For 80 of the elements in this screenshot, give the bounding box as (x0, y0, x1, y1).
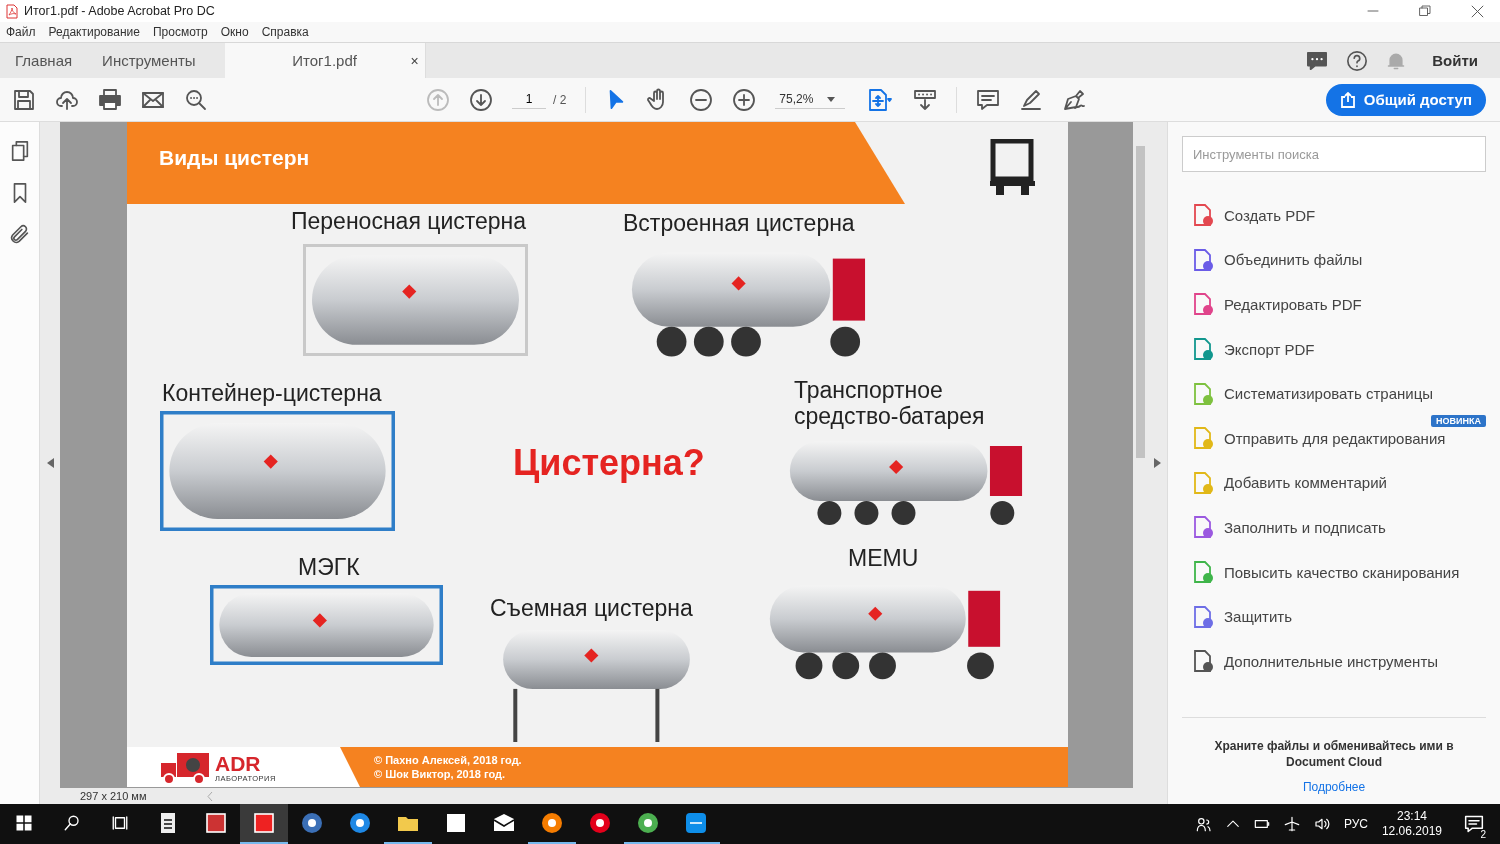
search-icon[interactable] (63, 814, 81, 832)
tank-type-label: Встроенная цистерна (623, 210, 855, 236)
chat-bubble-icon[interactable] (1306, 49, 1329, 72)
collapse-arrow-icon[interactable] (46, 458, 54, 468)
learn-more-link[interactable]: Подробнее (1204, 778, 1464, 795)
cloud-promo-text: Храните файлы и обменивайтесь ими в Document Cloud (1214, 738, 1454, 769)
tool-item[interactable]: Заполнить и подписать (1182, 515, 1386, 540)
close-icon[interactable] (1470, 4, 1484, 18)
tool-item[interactable]: Повысить качество сканирования (1182, 560, 1460, 585)
tool-item[interactable]: Объединить файлы (1182, 247, 1363, 272)
comment-icon[interactable] (976, 87, 1001, 112)
window-title: Итог1.pdf - Adobe Acrobat Pro DC (24, 4, 215, 18)
notification-count: 2 (1478, 829, 1488, 840)
tool-item[interactable]: Систематизировать страницы (1182, 381, 1434, 406)
new-badge: НОВИНКА (1431, 414, 1486, 427)
print-icon[interactable] (98, 87, 122, 112)
tank-type-label: Контейнер-цистерна (162, 380, 382, 406)
search-field[interactable]: Инструменты поиска (1182, 136, 1486, 172)
page-total: / 2 (553, 92, 567, 107)
tank-type-label: Съемная цистерна (490, 595, 693, 621)
tab[interactable]: Итог1.pdf × (224, 43, 426, 78)
copyright-line: © Шок Виктор, 2018 год. (374, 767, 507, 781)
menu-item[interactable]: Просмотр (152, 25, 208, 39)
windows-start-icon[interactable] (15, 814, 33, 832)
vertical-scrollbar[interactable] (1133, 122, 1148, 804)
close-tab-button[interactable]: × (410, 52, 419, 69)
input-language[interactable]: РУС (1343, 817, 1368, 831)
tool-item[interactable]: Дополнительные инструменты (1182, 649, 1439, 674)
tank-type-label: Переносная цистерна (291, 208, 527, 234)
slide-title: Виды цистерн (159, 146, 310, 170)
trailer-icon (990, 139, 1035, 195)
copyright-line: © Пахно Алексей, 2018 год. (374, 753, 522, 767)
help-icon[interactable] (1346, 49, 1369, 72)
airplane-icon[interactable] (1283, 816, 1300, 832)
browser-icon (636, 811, 660, 835)
zoom-dropdown[interactable]: 75,2% (775, 90, 846, 109)
sign-in-button[interactable]: Войти (1432, 52, 1478, 69)
menu-item[interactable]: Редактирование (48, 25, 140, 39)
paperclip-icon[interactable] (8, 224, 31, 246)
expand-arrow-icon[interactable] (1154, 458, 1161, 468)
menu-item[interactable]: Файл (6, 25, 36, 39)
pdf-file-icon (6, 3, 18, 19)
volume-icon[interactable] (1313, 816, 1330, 832)
page-size: 297 x 210 мм (80, 790, 147, 802)
logo-name: ADR (215, 753, 262, 774)
question-text: Цистерна? (513, 442, 705, 484)
save-icon[interactable] (12, 87, 36, 112)
menu-item[interactable]: Справка (261, 25, 309, 39)
browser-icon (540, 811, 564, 835)
restore-icon[interactable] (1419, 5, 1431, 17)
tool-item[interactable]: Отправить для редактирования (1182, 426, 1446, 451)
caret-icon (827, 96, 836, 102)
tool-item[interactable]: Редактировать PDF (1182, 292, 1362, 317)
tool-item[interactable]: Создать PDF (1182, 203, 1316, 228)
task-view-icon[interactable] (111, 814, 129, 832)
clock[interactable]: 23:14 12.06.2019 (1381, 809, 1442, 839)
zoom-out-icon[interactable] (689, 87, 714, 112)
tank-type-label: МЭГК (298, 554, 360, 580)
scroll-mode-icon[interactable] (913, 87, 938, 112)
people-icon[interactable] (1195, 816, 1212, 832)
tab[interactable]: Главная (0, 43, 88, 78)
tab[interactable]: Инструменты (87, 43, 211, 78)
page-number-field[interactable]: 1 (512, 90, 546, 109)
browser-icon (588, 811, 612, 835)
tool-item[interactable]: Экспорт PDF (1182, 337, 1315, 362)
menu-item[interactable]: Окно (220, 25, 249, 39)
zoom-in-icon[interactable] (732, 87, 757, 112)
next-page-icon[interactable] (469, 87, 493, 112)
tool-item[interactable]: Добавить комментарий (1182, 470, 1387, 495)
tool-item[interactable]: Защитить (1182, 604, 1293, 629)
browser-icon (348, 811, 372, 835)
remote-desktop-icon (684, 811, 708, 835)
share-icon (1339, 91, 1356, 108)
taskbar-app-button[interactable] (240, 804, 288, 844)
share-button[interactable]: Общий доступ (1325, 83, 1486, 116)
tank-type-label: MEMU (848, 545, 919, 571)
highlighter-icon[interactable] (1019, 87, 1044, 112)
tank-type-label: Транспортное средство-батарея (794, 377, 986, 429)
sign-pen-icon[interactable] (1062, 87, 1087, 112)
search-icon[interactable] (184, 87, 208, 112)
